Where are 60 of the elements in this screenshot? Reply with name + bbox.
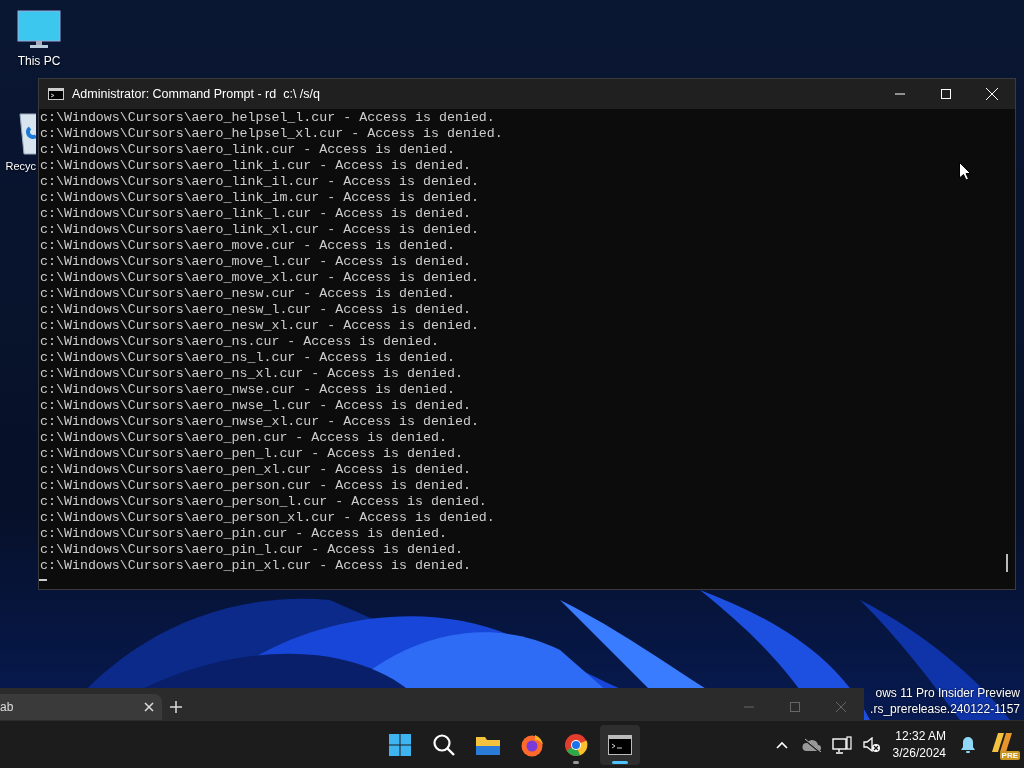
console-line: c:\Windows\Cursors\aero_link_i.cur - Access is denied. bbox=[40, 158, 471, 174]
search-icon bbox=[433, 734, 455, 756]
monitor-icon[interactable] bbox=[17, 10, 61, 50]
console-line: c:\Windows\Cursors\aero_person_l.cur - Access is denied. bbox=[40, 494, 487, 510]
console-line: c:\Windows\Cursors\aero_nesw_xl.cur - Access is denied. bbox=[40, 318, 479, 334]
console-line: c:\Windows\Cursors\aero_move_l.cur - Access is denied. bbox=[40, 254, 471, 270]
console-line: c:\Windows\Cursors\aero_link_im.cur - Access is denied. bbox=[40, 190, 479, 206]
watermark-text: ows 11 Pro Insider Preview bbox=[875, 685, 1020, 701]
close-icon bbox=[986, 88, 998, 100]
maximize-icon bbox=[790, 702, 800, 712]
console-line: c:\Windows\Cursors\aero_nesw_l.cur - Access is denied. bbox=[40, 302, 471, 318]
console-line: c:\Windows\Cursors\aero_pin.cur - Access is denied. bbox=[40, 526, 447, 542]
console-line: c:\Windows\Cursors\aero_person.cur - Access is denied. bbox=[40, 478, 471, 494]
console-line: c:\Windows\Cursors\aero_pen_l.cur - Access is denied. bbox=[40, 446, 463, 462]
console-line: c:\Windows\Cursors\aero_ns_xl.cur - Access is denied. bbox=[40, 366, 463, 382]
console-line: c:\Windows\Cursors\aero_link_l.cur - Access is denied. bbox=[40, 206, 471, 222]
preview-badge: PRE bbox=[999, 751, 1020, 760]
fox-globe-icon bbox=[520, 733, 544, 757]
console-line: c:\Windows\Cursors\aero_pen.cur - Access is denied. bbox=[40, 430, 447, 446]
cloud-off-icon[interactable] bbox=[801, 738, 822, 752]
desktop-icon-label: Recyc bbox=[5, 160, 36, 172]
console-line: c:\Windows\Cursors\aero_link_xl.cur - Access is denied. bbox=[40, 222, 479, 238]
console-line: c:\Windows\Cursors\aero_helpsel_xl.cur - Access is denied. bbox=[40, 126, 503, 142]
console-line: c:\Windows\Cursors\aero_ns_l.cur - Access is denied. bbox=[40, 350, 455, 366]
console-line: c:\Windows\Cursors\aero_nwse_xl.cur - Access is denied. bbox=[40, 414, 479, 430]
bell-icon[interactable] bbox=[960, 736, 976, 754]
maximize-icon bbox=[941, 89, 951, 99]
desktop-icon-label: This PC bbox=[17, 54, 61, 68]
console-line: c:\Windows\Cursors\aero_link_il.cur - Access is denied. bbox=[40, 174, 479, 190]
browser-tab[interactable]: ab bbox=[0, 694, 162, 720]
console-line: c:\Windows\Cursors\aero_ns.cur - Access is denied. bbox=[40, 334, 439, 350]
close-icon bbox=[836, 702, 846, 712]
console-line: c:\Windows\Cursors\aero_pin_l.cur - Access is denied. bbox=[40, 542, 463, 558]
clock[interactable]: 12:32 AM 3/26/2024 bbox=[892, 728, 946, 762]
text-cursor bbox=[39, 579, 47, 581]
taskbar-app-button[interactable] bbox=[600, 725, 640, 765]
chevron-up-icon[interactable] bbox=[775, 741, 788, 749]
console-icon bbox=[48, 88, 64, 100]
console-line: c:\Windows\Cursors\aero_nwse.cur - Access is denied. bbox=[40, 382, 455, 398]
network-monitor-icon[interactable] bbox=[831, 736, 852, 754]
watermark-text: .rs_prerelease.240122-1157 bbox=[870, 701, 1020, 717]
console-line: c:\Windows\Cursors\aero_pin_xl.cur - Access is denied. bbox=[40, 558, 471, 574]
folder-icon bbox=[475, 734, 501, 756]
speaker-muted-icon[interactable] bbox=[862, 737, 881, 753]
windows-logo-icon bbox=[389, 734, 411, 756]
console-line: c:\Windows\Cursors\aero_pen_xl.cur - Access is denied. bbox=[40, 462, 471, 478]
console-icon bbox=[608, 735, 632, 755]
scrollbar-thumb[interactable] bbox=[1006, 554, 1008, 572]
console-line: c:\Windows\Cursors\aero_helpsel_l.cur - Access is denied. bbox=[40, 110, 495, 126]
window-title: Administrator: Command Prompt - rd c:\ /s/q bbox=[72, 87, 321, 101]
console-line: c:\Windows\Cursors\aero_nesw.cur - Access is denied. bbox=[40, 286, 455, 302]
console-line: c:\Windows\Cursors\aero_move_xl.cur - Access is denied. bbox=[40, 270, 479, 286]
plus-icon bbox=[170, 701, 182, 713]
console-line: c:\Windows\Cursors\aero_nwse_l.cur - Access is denied. bbox=[40, 398, 471, 414]
console-line: c:\Windows\Cursors\aero_person_xl.cur - Access is denied. bbox=[40, 510, 495, 526]
chrome-ball-icon bbox=[564, 733, 588, 757]
console-line: c:\Windows\Cursors\aero_link.cur - Access is denied. bbox=[40, 142, 455, 158]
close-icon[interactable] bbox=[144, 702, 154, 712]
mouse-pointer-icon bbox=[959, 162, 971, 181]
console-line: c:\Windows\Cursors\aero_move.cur - Access is denied. bbox=[40, 238, 455, 254]
